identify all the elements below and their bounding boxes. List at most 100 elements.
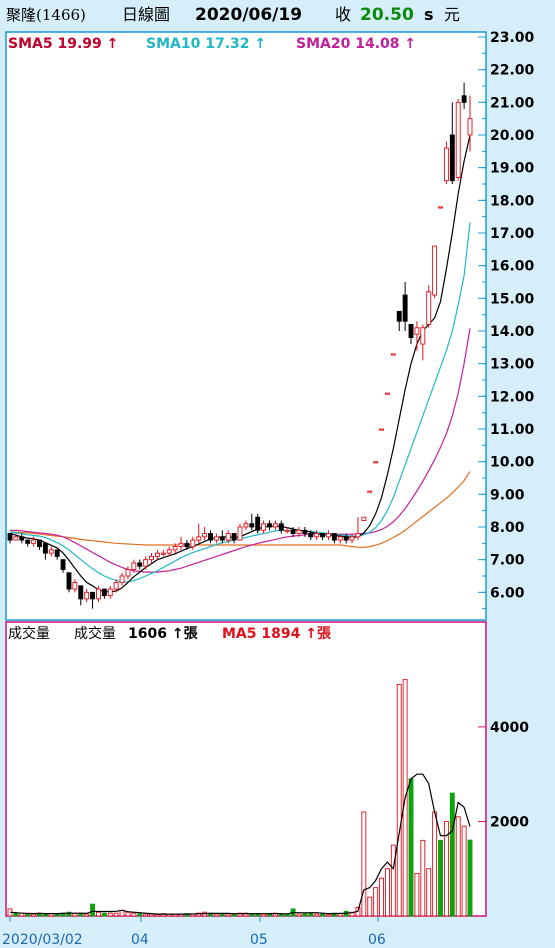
candle-body-23: [143, 559, 149, 567]
price-y-axis: 6.00 7.00 8.00 9.00 10.00 11.00 12.00 13.00 14.0…: [490, 30, 535, 601]
candle-body-54: [326, 533, 331, 538]
price-legend: SMA5 19.99 ↑ SMA10 17.32 ↑ SMA20 14.08 ↑: [8, 36, 416, 52]
candle-body-35: [213, 536, 219, 541]
volume-bar-14: [90, 903, 96, 917]
candle-body-27: [166, 549, 172, 554]
volume-bar-36: [219, 913, 225, 917]
candle-body-51: [308, 533, 314, 538]
candle-body-43: [261, 523, 267, 531]
price-tick-label-11: 17.00: [490, 226, 535, 242]
price-legend-sma20: SMA20 14.08 ↑: [296, 36, 416, 52]
candle-body-42: [255, 516, 261, 531]
volume-bar-63: [379, 877, 384, 917]
price-tick-label-5: 11.00: [490, 422, 535, 438]
stock-name: 聚隆(1466): [6, 6, 86, 24]
price-tick-label-14: 20.00: [490, 128, 535, 144]
volume-bar-49: [296, 913, 302, 917]
volume-tick-label-1: 4000: [490, 720, 529, 736]
volume-bar-51: [308, 912, 314, 917]
stock-chart: 6.00 7.00 8.00 9.00 10.00 11.00 12.00 13.00 14.0…: [2, 30, 535, 948]
candle-body-71: [426, 291, 432, 325]
candle-body-55: [331, 533, 337, 541]
candle-body-32: [196, 536, 202, 541]
candle-body-8: [54, 549, 60, 557]
volume-bar-25: [154, 914, 160, 917]
candle-body-33: [202, 533, 208, 538]
candle-body-17: [107, 588, 113, 597]
candle-body-9: [60, 559, 66, 570]
candle-body-6: [42, 542, 48, 554]
candle-body-15: [96, 588, 101, 600]
candle-body-29: [178, 542, 184, 548]
candle-body-22: [137, 562, 143, 567]
volume-bar-20: [125, 911, 131, 917]
close-label: 收: [335, 5, 352, 24]
candle-body-37: [225, 533, 231, 541]
candle-body-57: [343, 536, 349, 541]
volume-bar-60: [361, 811, 367, 917]
candle-body-77: [461, 95, 467, 103]
volume-bar-64: [384, 868, 390, 917]
candle-body-30: [184, 542, 190, 548]
candle-body-75: [449, 134, 455, 182]
candle-body-53: [320, 533, 326, 538]
candle-body-11: [72, 582, 78, 590]
candle-body-74: [443, 147, 449, 182]
candle-body-19: [119, 575, 125, 583]
chart-type-label: 日線圖: [122, 5, 171, 24]
volume-bar-21: [131, 912, 137, 917]
volume-bar-70: [420, 839, 426, 917]
candle-body-40: [243, 523, 249, 528]
volume-bar-61: [367, 896, 373, 917]
candle-body-7: [48, 549, 54, 554]
price-tick-label-15: 21.00: [490, 95, 535, 111]
candle-body-10: [66, 572, 72, 590]
candle-body-5: [37, 539, 42, 548]
candle-body-49: [296, 529, 302, 534]
candle-body-44: [267, 523, 272, 528]
candle-body-36: [219, 536, 225, 541]
x-tick-label-0: 2020/03/02: [2, 932, 83, 948]
volume-bar-69: [414, 873, 420, 917]
candle-body-26: [160, 552, 166, 555]
volume-bar-75: [449, 792, 455, 917]
volume-bar-76: [455, 816, 461, 917]
volume-bar-44: [267, 913, 272, 917]
candle-body-21: [131, 562, 137, 570]
price-tick-label-2: 8.00: [490, 520, 525, 536]
candle-body-66: [396, 310, 402, 322]
close-unit-s: s: [424, 5, 434, 24]
volume-bar-43: [261, 913, 267, 917]
price-tick-label-16: 22.00: [490, 63, 535, 79]
candle-body-62: [373, 461, 379, 464]
candle-body-67: [402, 294, 408, 322]
candle-body-68: [408, 324, 414, 338]
price-tick-label-3: 9.00: [490, 487, 525, 503]
price-tick-label-8: 14.00: [490, 324, 535, 340]
candle-body-12: [78, 585, 84, 600]
candle-body-28: [172, 546, 178, 551]
price-tick-label-17: 23.00: [490, 30, 535, 46]
volume-bar-65: [390, 844, 396, 917]
volume-legend-ma5: MA5 1894 ↑張: [222, 626, 332, 642]
candle-body-58: [349, 536, 355, 541]
candle-body-50: [302, 529, 308, 534]
x-tick-label-1: 04: [131, 932, 149, 948]
volume-bar-35: [213, 913, 219, 917]
candle-body-48: [290, 529, 296, 534]
candle-body-65: [390, 353, 396, 356]
x-tick-label-3: 06: [368, 932, 386, 948]
close-price: 20.50: [360, 5, 414, 25]
candle-body-70: [420, 327, 426, 345]
candle-body-76: [455, 101, 461, 178]
volume-bar-4: [31, 913, 37, 917]
candle-body-4: [31, 539, 37, 544]
price-tick-label-12: 18.00: [490, 193, 535, 209]
volume-bar-22: [137, 913, 143, 917]
candle-body-16: [101, 588, 107, 597]
close-unit-yuan: 元: [444, 5, 461, 24]
candle-body-24: [149, 555, 154, 561]
volume-bar-50: [302, 913, 308, 917]
candle-body-14: [90, 591, 96, 600]
price-tick-label-4: 10.00: [490, 455, 535, 471]
